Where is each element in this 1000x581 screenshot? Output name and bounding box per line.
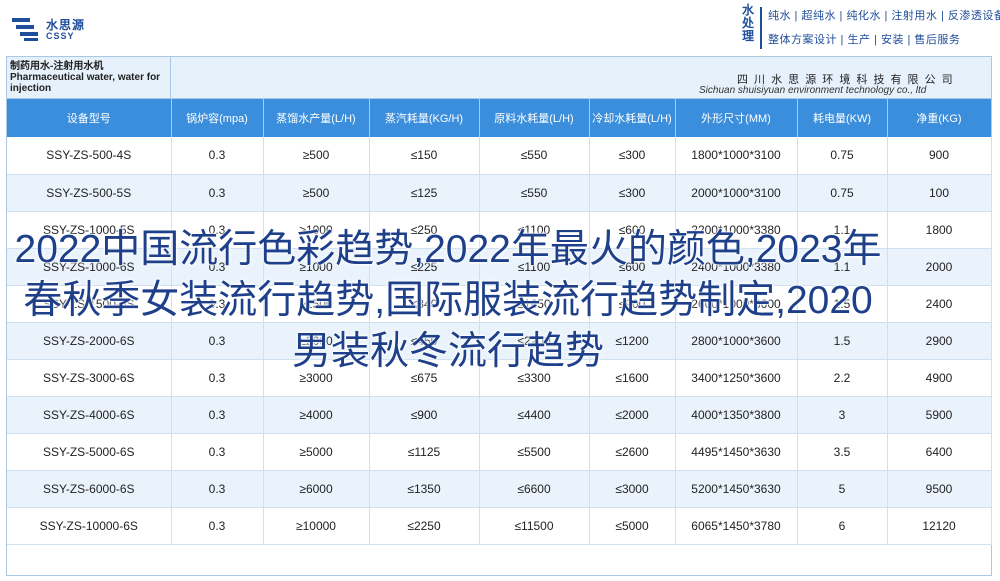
service-divider: [760, 7, 762, 49]
spec-cell: ≤2600: [589, 433, 676, 471]
spec-cell: ≥6000: [263, 470, 370, 508]
spec-cell: ≤150: [369, 137, 480, 175]
model-cell: SSY-ZS-10000-6S: [7, 507, 172, 545]
model-cell: SSY-ZS-500-5S: [7, 174, 172, 212]
spec-cell: 100: [887, 174, 992, 212]
spec-cell: 4495*1450*3630: [675, 433, 798, 471]
service-line-offerings: 整体方案设计 | 生产 | 安装 | 售后服务: [768, 34, 961, 46]
spec-cell: 6065*1450*3780: [675, 507, 798, 545]
table-row: SSY-ZS-4000-6S 0.3 ≥4000 ≤900 ≤4400 ≤2000 4000…: [7, 396, 992, 434]
spec-cell: ≥10000: [263, 507, 370, 545]
spec-cell: ≤1125: [369, 433, 480, 471]
spec-cell: ≥4000: [263, 396, 370, 434]
spec-cell: ≤300: [589, 137, 676, 175]
spec-cell: 6: [797, 507, 888, 545]
spec-cell: 2400: [887, 285, 992, 323]
spec-cell: 2900: [887, 322, 992, 360]
table-header-row: 设备型号 锅炉容(mpa) 蒸馏水产量(L/H) 蒸汽耗量(KG/H) 原料水耗量(L/…: [7, 99, 992, 137]
column-header: 耗电量(KW): [797, 99, 888, 137]
brand-name-en: CSSY: [46, 31, 75, 41]
service-line-products: 纯水 | 超纯水 | 纯化水 | 注射用水 | 反渗透设备: [768, 10, 1000, 22]
product-title: 制药用水-注射用水机 Pharmaceutical water, water f…: [7, 57, 171, 99]
spec-cell: ≤5500: [479, 433, 590, 471]
spec-cell: 0.3: [171, 470, 264, 508]
spec-cell: 9500: [887, 470, 992, 508]
company-name-en: Sichuan shuisiyuan environment technolog…: [699, 85, 927, 96]
spec-cell: 0.75: [797, 174, 888, 212]
spec-cell: 12120: [887, 507, 992, 545]
column-header: 锅炉容(mpa): [171, 99, 264, 137]
table-title-bar: 制药用水-注射用水机 Pharmaceutical water, water f…: [7, 57, 991, 99]
spec-cell: 4900: [887, 359, 992, 397]
top-bar: 水思源 CSSY 水处理 纯水 | 超纯水 | 纯化水 | 注射用水 | 反渗透…: [0, 0, 1000, 56]
spec-cell: ≤300: [589, 174, 676, 212]
spec-cell: 0.3: [171, 433, 264, 471]
spec-cell: ≤6600: [479, 470, 590, 508]
table-row: SSY-ZS-6000-6S 0.3 ≥6000 ≤1350 ≤6600 ≤3000 520…: [7, 470, 992, 508]
spec-cell: ≤900: [369, 396, 480, 434]
spec-cell: ≥5000: [263, 433, 370, 471]
model-cell: SSY-ZS-6000-6S: [7, 470, 172, 508]
spec-cell: 5: [797, 470, 888, 508]
brand-logo[interactable]: 水思源 CSSY: [12, 14, 102, 48]
spec-cell: 0.3: [171, 396, 264, 434]
spec-cell: ≤3000: [589, 470, 676, 508]
spec-cell: 3: [797, 396, 888, 434]
spec-cell: ≤125: [369, 174, 480, 212]
spec-cell: 2000*1000*3100: [675, 174, 798, 212]
spec-cell: ≤2000: [589, 396, 676, 434]
spec-cell: ≤550: [479, 137, 590, 175]
spec-cell: 1800*1000*3100: [675, 137, 798, 175]
model-cell: SSY-ZS-4000-6S: [7, 396, 172, 434]
spec-cell: 0.3: [171, 507, 264, 545]
spec-cell: ≥500: [263, 137, 370, 175]
spec-cell: 1800: [887, 211, 992, 249]
model-cell: SSY-ZS-500-4S: [7, 137, 172, 175]
column-header: 外形尺寸(MM): [675, 99, 798, 137]
column-header: 冷却水耗量(L/H): [589, 99, 676, 137]
spec-cell: 5200*1450*3630: [675, 470, 798, 508]
service-banner: 水处理 纯水 | 超纯水 | 纯化水 | 注射用水 | 反渗透设备 整体方案设计…: [740, 3, 1000, 52]
spec-cell: ≤4400: [479, 396, 590, 434]
spec-cell: 6400: [887, 433, 992, 471]
table-row: SSY-ZS-5000-6S 0.3 ≥5000 ≤1125 ≤5500 ≤2600 449…: [7, 433, 992, 471]
column-header: 设备型号: [7, 99, 172, 137]
spec-cell: ≤5000: [589, 507, 676, 545]
spec-cell: ≥500: [263, 174, 370, 212]
column-header: 蒸馏水产量(L/H): [263, 99, 370, 137]
spec-cell: 0.3: [171, 137, 264, 175]
table-row: SSY-ZS-10000-6S 0.3 ≥10000 ≤2250 ≤11500 ≤5000…: [7, 507, 992, 545]
spec-cell: 4000*1350*3800: [675, 396, 798, 434]
spec-cell: 0.75: [797, 137, 888, 175]
spec-cell: 0.3: [171, 174, 264, 212]
service-tag: 水处理: [741, 3, 754, 43]
table-row: SSY-ZS-500-5S 0.3 ≥500 ≤125 ≤550 ≤300 2000*100…: [7, 174, 992, 212]
spec-cell: ≤2250: [369, 507, 480, 545]
column-header: 蒸汽耗量(KG/H): [369, 99, 480, 137]
spec-cell: 900: [887, 137, 992, 175]
table-row: SSY-ZS-500-4S 0.3 ≥500 ≤150 ≤550 ≤300 1800*100…: [7, 137, 992, 175]
model-cell: SSY-ZS-5000-6S: [7, 433, 172, 471]
spec-cell: 3.5: [797, 433, 888, 471]
spec-cell: 5900: [887, 396, 992, 434]
spec-cell: 2000: [887, 248, 992, 286]
water-drop-logo-icon: [12, 18, 38, 41]
spec-cell: ≤1350: [369, 470, 480, 508]
spec-cell: ≤11500: [479, 507, 590, 545]
column-header: 净重(KG): [887, 99, 992, 137]
seo-overlay-text: 2022中国流行色彩趋势,2022年最火的颜色,2023年春秋季女装流行趋势,国…: [14, 228, 882, 374]
column-header: 原料水耗量(L/H): [479, 99, 590, 137]
spec-cell: ≤550: [479, 174, 590, 212]
